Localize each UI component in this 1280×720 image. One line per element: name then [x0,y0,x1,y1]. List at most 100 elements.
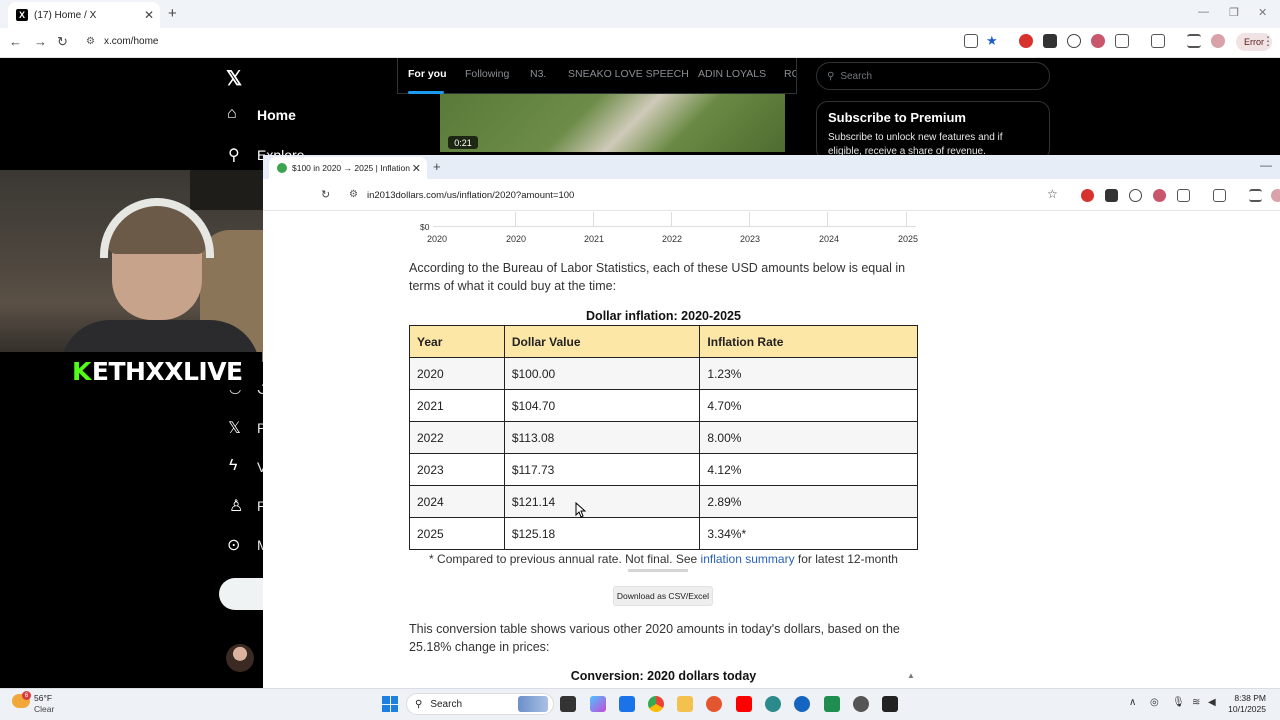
outer-address-bar[interactable]: x.com/home [104,36,158,47]
new-tab-button[interactable]: + [168,5,177,22]
extensions-puzzle-icon[interactable] [1115,34,1129,48]
header-year: Year [409,325,505,358]
tab-for-you[interactable]: For you [408,68,447,80]
copilot-icon[interactable] [590,696,606,712]
cell-year: 2023 [409,453,505,486]
extension-pink-icon[interactable] [1153,189,1166,202]
extension-pink-icon[interactable] [1091,34,1105,48]
extension-red-icon[interactable] [1019,34,1033,48]
clock-time[interactable]: 8:38 PM [1224,693,1266,703]
back-button[interactable]: ← [9,34,22,49]
kick-app-icon[interactable] [824,696,840,712]
maximize-window-button[interactable]: ❐ [1229,6,1239,19]
tab-adin-loyals[interactable]: ADIN LOYALS [698,68,766,80]
volume-icon[interactable]: ◀ [1208,697,1216,708]
profile-avatar-icon[interactable] [1211,34,1225,48]
outer-tab-x-home[interactable]: X (17) Home / X ✕ [8,2,160,28]
minimize-window-button[interactable]: — [1260,158,1272,172]
tab-n3[interactable]: N3. [530,68,546,80]
vr-app-icon[interactable] [882,696,898,712]
tab-following[interactable]: Following [465,68,509,80]
reading-list-icon[interactable] [1187,34,1201,48]
microphone-icon[interactable]: 🎙 [1172,697,1185,708]
close-tab-icon[interactable]: ✕ [144,8,154,22]
home-icon[interactable]: ⌂ [227,105,237,123]
wifi-icon[interactable]: ≋ [1192,697,1200,708]
close-tab-icon[interactable]: ✕ [412,162,421,175]
scroll-indicator-icon[interactable]: ▲ [907,671,915,680]
extension-red-icon[interactable] [1081,189,1094,202]
table-footnote: * Compared to previous annual rate. Not … [409,552,918,570]
premium-x-icon[interactable]: 𝕏 [228,418,241,438]
outer-toolbar [0,28,1280,58]
windows-taskbar [0,688,1280,720]
verified-orgs-icon[interactable]: ϟ [229,457,237,475]
site-info-icon[interactable]: ⚙ [349,189,358,200]
chrome-icon[interactable] [648,696,664,712]
youtube-icon[interactable] [736,696,752,712]
forward-button[interactable]: → [34,34,47,49]
profile-icon[interactable]: ♙ [229,496,243,516]
extension-shop-icon[interactable] [1043,34,1057,48]
site-info-icon[interactable]: ⚙ [86,36,95,47]
inner-address-bar[interactable]: in2013dollars.com/us/inflation/2020?amou… [367,190,574,201]
nav-home-label[interactable]: Home [257,107,296,123]
app-icon[interactable] [765,696,781,712]
obs-icon[interactable] [706,696,722,712]
cell-inflation-rate: 2.89% [699,485,918,518]
taskbar-search-label: Search [430,698,463,710]
extension-translate-icon[interactable] [1129,189,1142,202]
close-window-button[interactable]: ✕ [1258,6,1267,19]
reading-list-icon[interactable] [1249,189,1262,202]
streamer-name-banner: K ETHXXLIVE [0,352,262,390]
tab-ro-cut[interactable]: RO [784,68,796,80]
weather-temp[interactable]: 56°F [34,693,52,703]
inner-tab-inflation[interactable]: $100 in 2020 → 2025 | Inflation ✕ [269,157,427,179]
tray-app-icon[interactable]: ◎ [1150,697,1159,708]
weather-condition[interactable]: Clear [34,704,54,714]
bookmark-star-icon[interactable]: ☆ [1047,187,1058,201]
extensions-puzzle-icon[interactable] [1177,189,1190,202]
install-app-icon[interactable] [964,34,978,48]
settings-gear-icon[interactable] [853,696,869,712]
account-avatar[interactable] [226,644,254,672]
x-search-input[interactable]: ⚲ Search [816,62,1050,90]
start-button[interactable] [382,696,398,712]
table-row: 2022 $113.08 8.00% [409,421,918,454]
explore-search-icon[interactable]: ⚲ [228,145,240,165]
clock-date[interactable]: 10/1/2025 [1224,704,1266,714]
extension-translate-icon[interactable] [1067,34,1081,48]
video-thumbnail[interactable] [440,94,785,152]
new-tab-button[interactable]: + [433,159,441,174]
task-view-icon[interactable] [560,696,576,712]
app-icon[interactable] [794,696,810,712]
chrome-menu-icon[interactable]: ⋮ [1262,34,1274,48]
cell-year: 2021 [409,389,505,422]
inflation-summary-link[interactable]: inflation summary [701,552,795,566]
store-icon[interactable] [619,696,635,712]
reload-button[interactable]: ↻ [57,34,68,50]
tab-sneako-love-speech[interactable]: SNEAKO LOVE SPEECH [568,68,689,80]
minimize-window-button[interactable]: — [1198,6,1209,18]
tab-search-icon[interactable] [1213,189,1226,202]
cell-inflation-rate: 8.00% [699,421,918,454]
cell-dollar-value: $117.73 [503,453,701,486]
download-csv-button[interactable]: Download as CSV/Excel [613,586,713,606]
site-favicon-icon [277,163,287,173]
conversion-table-title: Conversion: 2020 dollars today [570,669,757,683]
search-placeholder: Search [840,70,873,82]
footnote-text: * Compared to previous annual rate. Not … [429,552,701,566]
cell-inflation-rate: 4.70% [699,389,918,422]
tray-chevron-up-icon[interactable]: ∧ [1129,697,1136,708]
x-logo-icon[interactable]: 𝕏 [226,66,242,91]
extension-shop-icon[interactable] [1105,189,1118,202]
profile-avatar-icon[interactable] [1271,189,1280,202]
search-highlight-image[interactable] [518,696,548,712]
more-icon[interactable]: ⊙ [227,535,240,555]
reload-button[interactable]: ↻ [321,188,330,201]
file-explorer-icon[interactable] [677,696,693,712]
footnote-text-end: for latest 12-month [794,552,898,566]
tab-search-icon[interactable] [1151,34,1165,48]
bookmark-star-icon[interactable]: ★ [986,33,998,49]
cell-inflation-rate: 1.23% [699,357,918,390]
